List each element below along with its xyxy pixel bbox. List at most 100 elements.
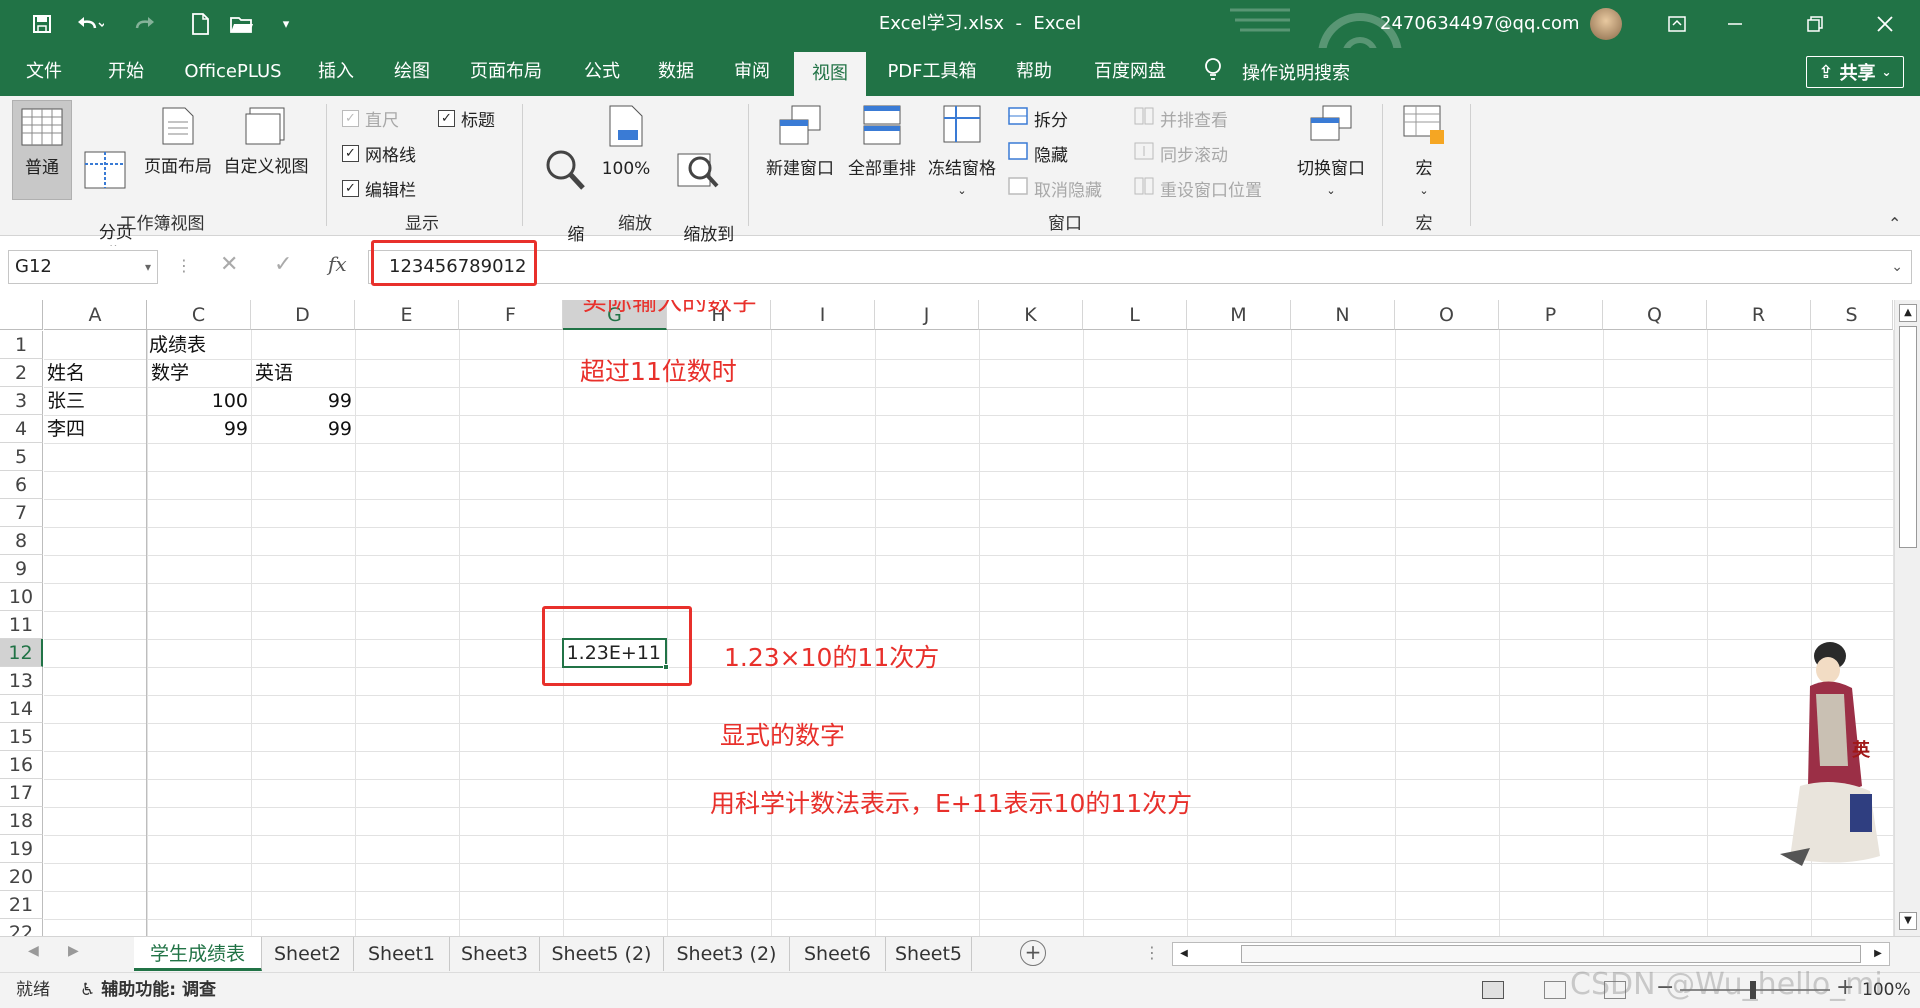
column-header-p[interactable]: P	[1499, 300, 1603, 330]
name-box[interactable]: G12 ▾	[8, 250, 158, 284]
tab-officeplus[interactable]: OfficePLUS	[172, 48, 294, 96]
accessibility-status[interactable]: ♿ 辅助功能: 调查	[80, 973, 216, 1007]
expand-formula-icon[interactable]: ⌄	[1891, 251, 1903, 283]
row-header-20[interactable]: 20	[0, 863, 43, 891]
minimize-icon[interactable]	[1706, 0, 1764, 48]
scroll-right-icon[interactable]: ▶	[1869, 945, 1887, 963]
row-header-2[interactable]: 2	[0, 359, 43, 387]
insert-function-icon[interactable]: fx	[328, 252, 347, 276]
tab-split-icon[interactable]: ⋮	[1144, 943, 1160, 962]
row-header-18[interactable]: 18	[0, 807, 43, 835]
sheet-tab-3[interactable]: Sheet1	[354, 937, 450, 971]
column-header-n[interactable]: N	[1291, 300, 1395, 330]
headings-checkbox[interactable]: ✓ 标题	[438, 106, 495, 131]
save-icon[interactable]	[28, 10, 56, 38]
sheet-tab-4[interactable]: Sheet3	[450, 937, 540, 971]
page-layout-status-icon[interactable]	[1544, 981, 1566, 999]
cancel-entry-icon[interactable]: ✕	[220, 252, 238, 277]
confirm-entry-icon[interactable]: ✓	[274, 252, 292, 277]
column-header-j[interactable]: J	[875, 300, 979, 330]
row-header-12[interactable]: 12	[0, 639, 43, 667]
row-header-21[interactable]: 21	[0, 891, 43, 919]
sync-scroll-button[interactable]: 同步滚动	[1134, 141, 1228, 166]
open-folder-icon[interactable]	[228, 10, 256, 38]
ruler-checkbox[interactable]: ✓ 直尺	[342, 106, 399, 131]
arrange-all-button[interactable]: 全部重排	[842, 104, 922, 180]
sheet-tab-7[interactable]: Sheet6	[790, 937, 886, 971]
tab-view[interactable]: 视图	[794, 52, 866, 96]
cell-c4[interactable]: 99	[148, 415, 251, 443]
row-header-3[interactable]: 3	[0, 387, 43, 415]
reset-window-button[interactable]: 重设窗口位置	[1134, 176, 1262, 201]
select-all-button[interactable]	[0, 300, 43, 330]
column-header-a[interactable]: A	[44, 300, 147, 330]
switch-windows-button[interactable]: 切换窗口 ⌄	[1290, 104, 1372, 202]
tell-me[interactable]: 操作说明搜索	[1204, 48, 1350, 96]
freeze-panes-button[interactable]: 冻结窗格 ⌄	[922, 104, 1002, 202]
sheet-tab-1[interactable]: 学生成绩表	[134, 937, 262, 971]
new-window-button[interactable]: 新建窗口	[760, 104, 840, 180]
vertical-scrollbar[interactable]: ▲ ▼	[1894, 300, 1920, 936]
tab-insert[interactable]: 插入	[306, 48, 366, 96]
column-header-r[interactable]: R	[1707, 300, 1811, 330]
column-header-f[interactable]: F	[459, 300, 563, 330]
cell-a2[interactable]: 姓名	[44, 359, 88, 387]
prev-sheet-icon[interactable]: ◀	[28, 943, 39, 959]
tab-home[interactable]: 开始	[96, 48, 156, 96]
row-header-6[interactable]: 6	[0, 471, 43, 499]
macros-button[interactable]: 宏 ⌄	[1396, 104, 1452, 202]
cell-d2[interactable]: 英语	[252, 359, 296, 387]
column-header-m[interactable]: M	[1187, 300, 1291, 330]
cell-d4[interactable]: 99	[252, 415, 355, 443]
customize-icon[interactable]: ▾	[272, 10, 300, 38]
tab-draw[interactable]: 绘图	[382, 48, 442, 96]
horizontal-scroll-thumb[interactable]	[1241, 945, 1861, 963]
column-header-i[interactable]: I	[771, 300, 875, 330]
row-header-14[interactable]: 14	[0, 695, 43, 723]
tab-pdf-tools[interactable]: PDF工具箱	[882, 48, 982, 96]
scroll-left-icon[interactable]: ◀	[1175, 945, 1193, 963]
tab-help[interactable]: 帮助	[1004, 48, 1064, 96]
row-header-5[interactable]: 5	[0, 443, 43, 471]
column-header-q[interactable]: Q	[1603, 300, 1707, 330]
cell-a3[interactable]: 张三	[44, 387, 88, 415]
new-file-icon[interactable]	[186, 10, 214, 38]
split-button[interactable]: 拆分	[1008, 106, 1068, 131]
horizontal-scrollbar[interactable]: ◀ ▶	[1172, 942, 1890, 966]
scroll-up-icon[interactable]: ▲	[1899, 304, 1917, 322]
formula-bar-checkbox[interactable]: ✓ 编辑栏	[342, 176, 416, 201]
row-header-11[interactable]: 11	[0, 611, 43, 639]
tab-page-layout[interactable]: 页面布局	[460, 48, 552, 96]
custom-views-button[interactable]: 自定义视图	[220, 106, 312, 178]
view-side-by-side-button[interactable]: 并排查看	[1134, 106, 1228, 131]
row-header-4[interactable]: 4	[0, 415, 43, 443]
row-header-13[interactable]: 13	[0, 667, 43, 695]
cell-c3[interactable]: 100	[148, 387, 251, 415]
normal-view-status-icon[interactable]	[1482, 981, 1504, 999]
row-header-16[interactable]: 16	[0, 751, 43, 779]
sheet-tab-5[interactable]: Sheet5 (2)	[540, 937, 664, 971]
avatar[interactable]	[1590, 8, 1622, 40]
column-header-d[interactable]: D	[251, 300, 355, 330]
formula-input[interactable]: 123456789012 ⌄	[368, 250, 1912, 284]
row-header-8[interactable]: 8	[0, 527, 43, 555]
tab-file[interactable]: 文件	[16, 48, 72, 96]
close-icon[interactable]	[1856, 0, 1914, 48]
row-header-1[interactable]: 1	[0, 331, 43, 359]
tab-baidu-netdisk[interactable]: 百度网盘	[1086, 48, 1174, 96]
gridlines-checkbox[interactable]: ✓ 网格线	[342, 141, 416, 166]
tab-review[interactable]: 审阅	[722, 48, 782, 96]
scroll-down-icon[interactable]: ▼	[1899, 912, 1917, 930]
undo-icon[interactable]	[70, 10, 108, 38]
row-header-15[interactable]: 15	[0, 723, 43, 751]
cell-d3[interactable]: 99	[252, 387, 355, 415]
zoom-100-button[interactable]: 100%	[598, 104, 654, 180]
sheet-tab-6[interactable]: Sheet3 (2)	[664, 937, 790, 971]
row-header-10[interactable]: 10	[0, 583, 43, 611]
next-sheet-icon[interactable]: ▶	[68, 943, 79, 959]
hide-button[interactable]: 隐藏	[1008, 141, 1068, 166]
column-header-c[interactable]: C	[147, 300, 251, 330]
normal-view-button[interactable]: 普通	[12, 100, 72, 200]
row-header-7[interactable]: 7	[0, 499, 43, 527]
column-header-k[interactable]: K	[979, 300, 1083, 330]
